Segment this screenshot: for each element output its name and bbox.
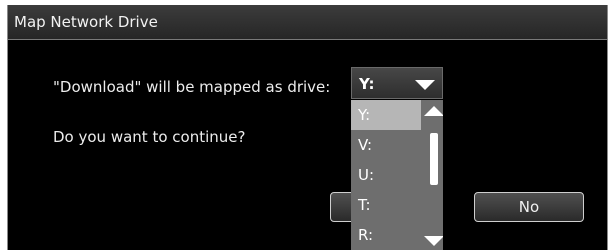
drive-letter-select[interactable]: Y: xyxy=(351,67,443,99)
mapping-message: "Download" will be mapped as drive: xyxy=(53,78,331,96)
title-bar: Map Network Drive xyxy=(8,5,607,40)
chevron-down-icon[interactable] xyxy=(415,80,435,90)
drive-option[interactable]: V: xyxy=(351,130,421,160)
drive-option[interactable]: Y: xyxy=(351,100,421,130)
drive-select-value: Y: xyxy=(359,75,375,93)
confirm-question: Do you want to continue? xyxy=(53,128,246,146)
no-button[interactable]: No xyxy=(474,192,584,222)
drive-letter-list[interactable]: Y: V: U: T: R: xyxy=(351,100,443,250)
scroll-up-arrow-icon[interactable] xyxy=(424,106,443,116)
drive-option[interactable]: T: xyxy=(351,190,421,220)
window-title: Map Network Drive xyxy=(14,13,158,31)
scroll-down-arrow-icon[interactable] xyxy=(424,236,443,246)
drive-option[interactable]: U: xyxy=(351,160,421,190)
map-network-drive-dialog: Map Network Drive "Download" will be map… xyxy=(7,5,608,250)
drive-option[interactable]: R: xyxy=(351,220,421,250)
scrollbar-thumb[interactable] xyxy=(430,133,438,185)
